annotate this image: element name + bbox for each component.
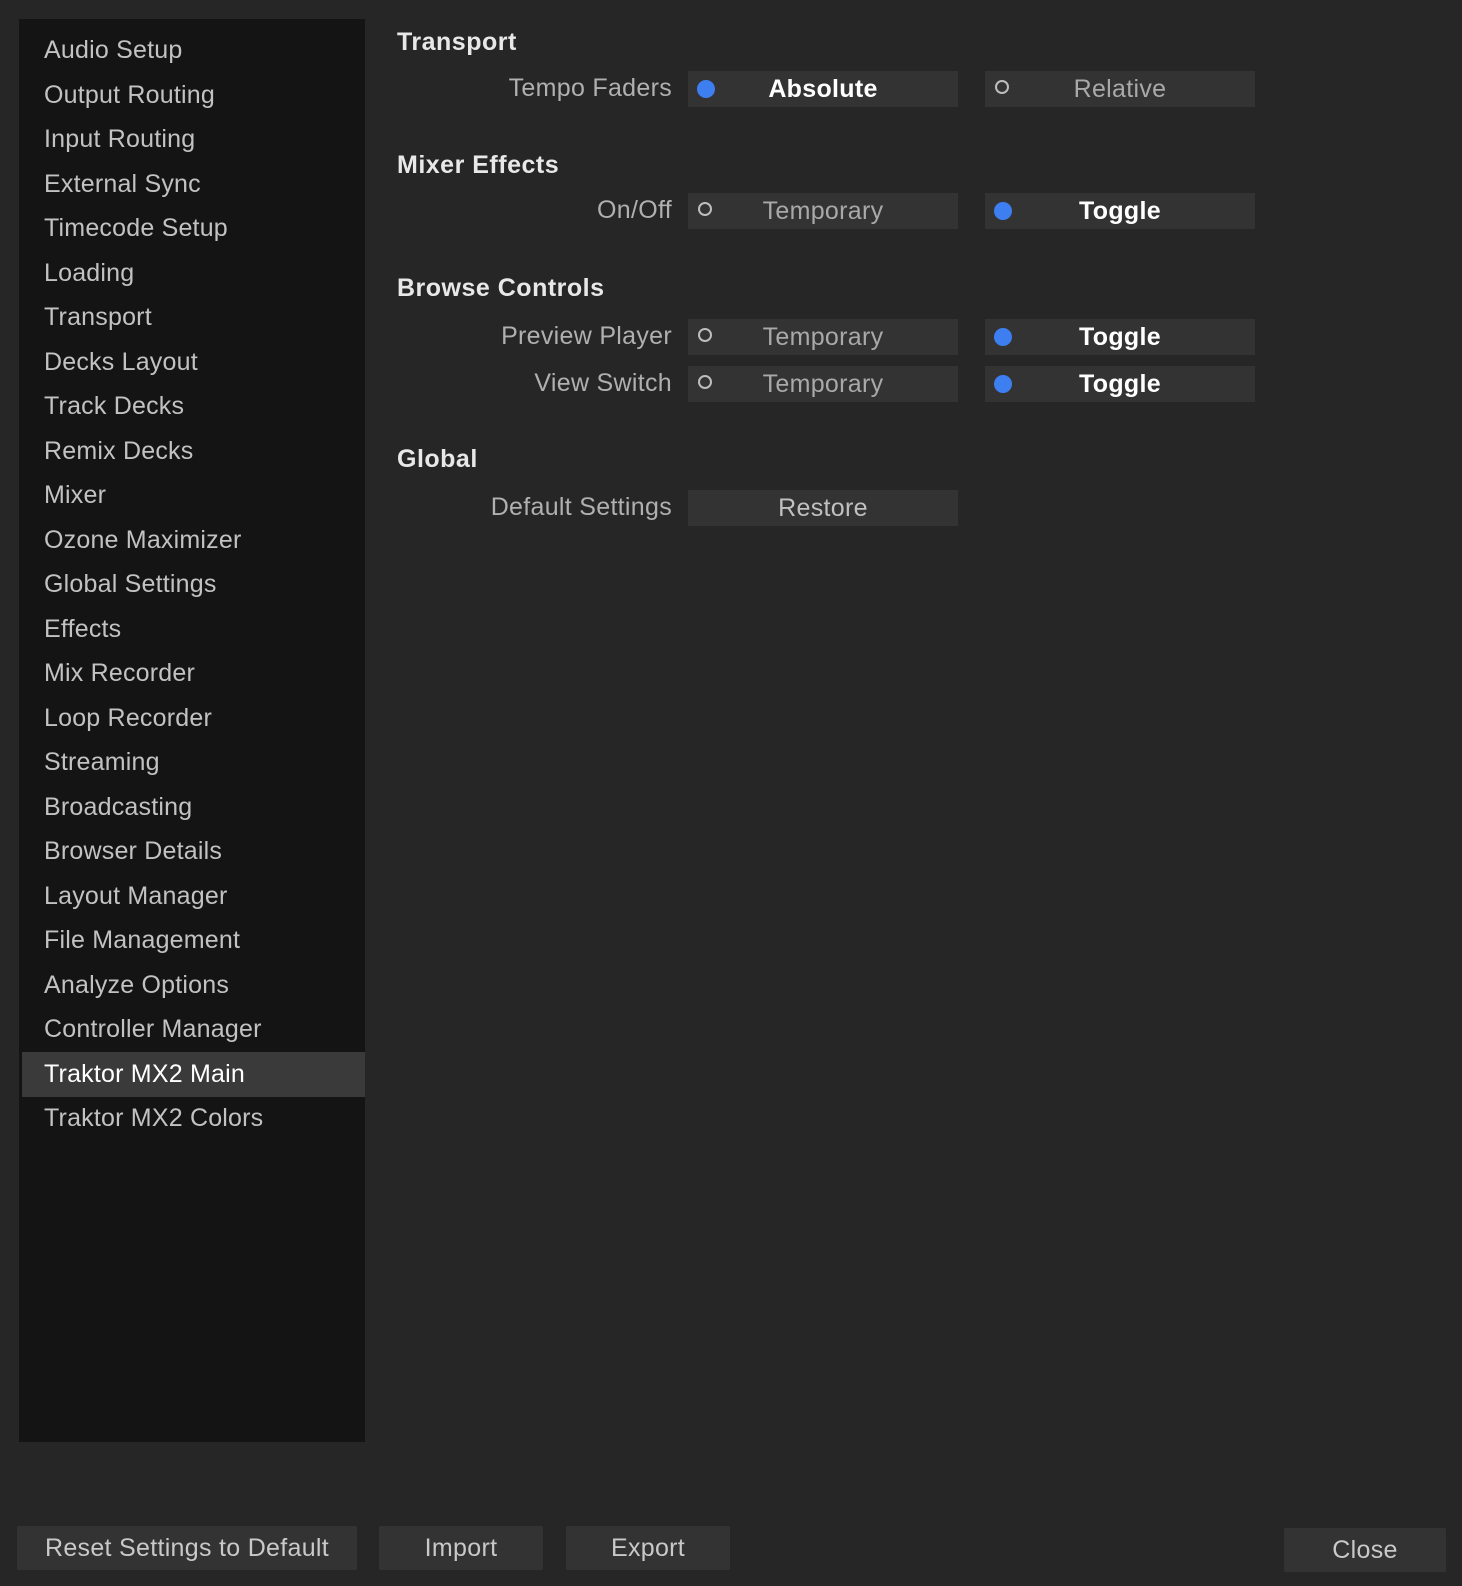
section-title-transport: Transport (397, 28, 517, 56)
sidebar-item-controller-manager[interactable]: Controller Manager (22, 1007, 365, 1052)
radio-label: Relative (1073, 75, 1167, 103)
tempo-faders-absolute-radio[interactable]: Absolute (688, 71, 958, 107)
sidebar-item-traktor-mx2-main[interactable]: Traktor MX2 Main (22, 1052, 365, 1097)
section-title-browse-controls: Browse Controls (397, 274, 605, 302)
sidebar-item-effects[interactable]: Effects (22, 607, 365, 652)
sidebar-item-transport[interactable]: Transport (22, 295, 365, 340)
sidebar-item-traktor-mx2-colors[interactable]: Traktor MX2 Colors (22, 1096, 365, 1141)
sidebar-item-external-sync[interactable]: External Sync (22, 162, 365, 207)
sidebar-item-mixer[interactable]: Mixer (22, 473, 365, 518)
view-switch-label: View Switch (534, 369, 672, 397)
sidebar-item-input-routing[interactable]: Input Routing (22, 117, 365, 162)
view-switch-toggle-radio[interactable]: Toggle (985, 366, 1255, 402)
sidebar-item-loop-recorder[interactable]: Loop Recorder (22, 696, 365, 741)
sidebar-item-decks-layout[interactable]: Decks Layout (22, 340, 365, 385)
sidebar-item-streaming[interactable]: Streaming (22, 740, 365, 785)
radio-label: Temporary (762, 323, 884, 351)
preview-player-toggle-radio[interactable]: Toggle (985, 319, 1255, 355)
export-button[interactable]: Export (566, 1526, 730, 1570)
sidebar-item-browser-details[interactable]: Browser Details (22, 829, 365, 874)
view-switch-temporary-radio[interactable]: Temporary (688, 366, 958, 402)
sidebar-item-remix-decks[interactable]: Remix Decks (22, 429, 365, 474)
tempo-faders-label: Tempo Faders (508, 74, 672, 102)
sidebar-item-file-management[interactable]: File Management (22, 918, 365, 963)
radio-label: Toggle (1079, 323, 1161, 351)
radio-label: Toggle (1079, 197, 1161, 225)
section-title-global: Global (397, 445, 478, 473)
sidebar-item-track-decks[interactable]: Track Decks (22, 384, 365, 429)
sidebar-item-mix-recorder[interactable]: Mix Recorder (22, 651, 365, 696)
sidebar-item-output-routing[interactable]: Output Routing (22, 73, 365, 118)
import-button[interactable]: Import (379, 1526, 543, 1570)
sidebar-item-audio-setup[interactable]: Audio Setup (22, 28, 365, 73)
preview-player-label: Preview Player (501, 322, 672, 350)
radio-label: Temporary (762, 370, 884, 398)
sidebar-item-timecode-setup[interactable]: Timecode Setup (22, 206, 365, 251)
on-off-toggle-radio[interactable]: Toggle (985, 193, 1255, 229)
sidebar-item-ozone-maximizer[interactable]: Ozone Maximizer (22, 518, 365, 563)
sidebar: Audio Setup Output Routing Input Routing… (19, 19, 365, 1442)
close-button[interactable]: Close (1284, 1528, 1446, 1572)
on-off-temporary-radio[interactable]: Temporary (688, 193, 958, 229)
radio-label: Absolute (768, 75, 878, 103)
sidebar-item-broadcasting[interactable]: Broadcasting (22, 785, 365, 830)
sidebar-item-layout-manager[interactable]: Layout Manager (22, 874, 365, 919)
radio-label: Temporary (762, 197, 884, 225)
reset-settings-button[interactable]: Reset Settings to Default (17, 1526, 357, 1570)
sidebar-item-analyze-options[interactable]: Analyze Options (22, 963, 365, 1008)
tempo-faders-relative-radio[interactable]: Relative (985, 71, 1255, 107)
sidebar-item-global-settings[interactable]: Global Settings (22, 562, 365, 607)
radio-label: Toggle (1079, 370, 1161, 398)
restore-button[interactable]: Restore (688, 490, 958, 526)
default-settings-label: Default Settings (490, 493, 672, 521)
section-title-mixer-effects: Mixer Effects (397, 151, 560, 179)
preview-player-temporary-radio[interactable]: Temporary (688, 319, 958, 355)
sidebar-item-loading[interactable]: Loading (22, 251, 365, 296)
on-off-label: On/Off (597, 196, 672, 224)
preferences-window: Audio Setup Output Routing Input Routing… (0, 0, 1462, 1586)
